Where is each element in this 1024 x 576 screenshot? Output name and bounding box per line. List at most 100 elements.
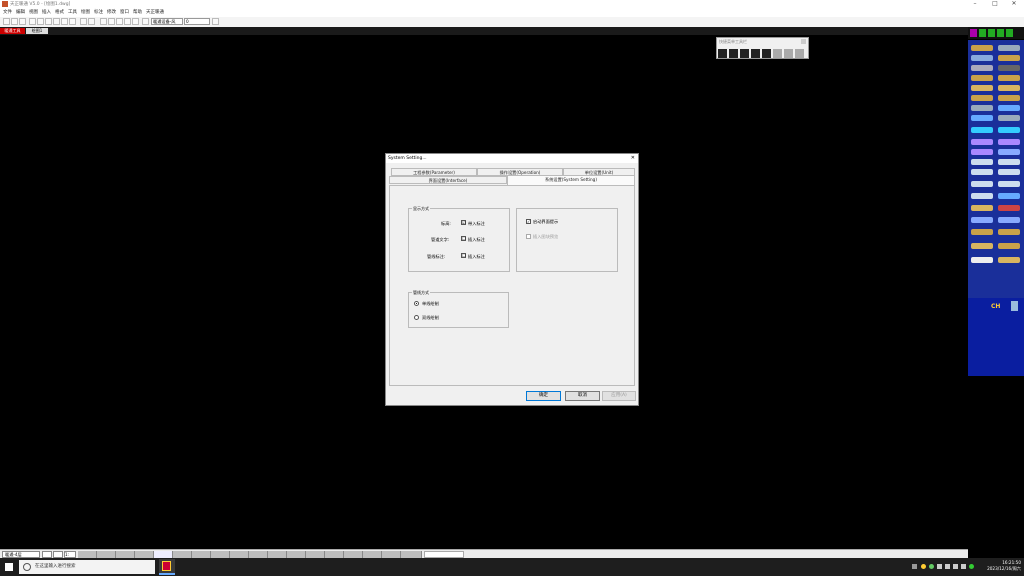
reducer-tool-icon[interactable] [971,75,993,81]
panel-doc-icon[interactable] [1011,301,1018,311]
elevation-tool-icon[interactable] [971,217,993,223]
palette-tool-8-icon[interactable] [795,49,804,58]
zoom-extents-icon[interactable] [53,18,60,25]
status-ws[interactable] [306,551,325,558]
tab-parameter[interactable]: 工程参数(Parameter) [391,168,477,176]
taskbar-app-icon[interactable] [159,559,175,575]
panel-mode-icon[interactable] [970,29,977,37]
diffuser-tool-icon[interactable] [998,85,1020,91]
tab-interface[interactable]: 界面设置(Interface) [389,176,507,184]
layer-state-icon[interactable] [142,18,149,25]
status-iso[interactable] [344,551,363,558]
palette-tool-1-icon[interactable] [718,49,727,58]
checkbox-startup-hint[interactable]: ✓ [526,219,531,224]
tab-system-setting[interactable]: 系统设置(System Setting) [507,175,635,185]
status-lock[interactable] [325,551,344,558]
tee-tool-icon[interactable] [998,65,1020,71]
menu-dimension[interactable]: 标注 [94,9,103,17]
palette-tool-2-icon[interactable] [729,49,738,58]
fan-tool-icon[interactable] [971,55,993,61]
menu-modify[interactable]: 修改 [107,9,116,17]
vrv-tool-icon[interactable] [998,193,1020,199]
tab-hvac-tools[interactable]: 暖通工具 [0,28,25,34]
checkbox-pipeline-dim[interactable]: ☐ [461,253,466,258]
flex-tool-icon[interactable] [971,105,993,111]
annotation-tool-icon[interactable] [971,205,993,211]
layer-isolate-icon[interactable] [124,18,131,25]
tray-app-2-icon[interactable] [929,564,934,569]
dialog-close-button[interactable]: ✕ [631,155,635,161]
status-polar[interactable] [135,551,154,558]
status-anno[interactable] [287,551,306,558]
tray-app-3-icon[interactable] [937,564,942,569]
start-icon[interactable] [5,563,13,571]
damper-tool-icon[interactable] [998,75,1020,81]
section-tool-icon[interactable] [998,205,1020,211]
new-file-icon[interactable] [3,18,10,25]
layer-match-icon[interactable] [116,18,123,25]
split-ac-icon[interactable] [971,193,993,199]
layer-combo[interactable]: 暖通设备-风 [151,18,183,25]
filter-tool-icon[interactable] [998,95,1020,101]
zoom-window-icon[interactable] [45,18,52,25]
pipe-tool-icon[interactable] [998,45,1020,51]
sensor-tool-icon[interactable] [998,149,1020,155]
panel-tab-4-icon[interactable] [1006,29,1013,37]
close-button[interactable]: ✕ [1005,0,1023,9]
grille-tool-icon[interactable] [971,85,993,91]
layer-freeze-icon[interactable] [132,18,139,25]
status-ortho[interactable] [116,551,135,558]
menu-view[interactable]: 视图 [29,9,38,17]
zoom-out-icon[interactable] [37,18,44,25]
zoom-in-icon[interactable] [29,18,36,25]
properties-icon[interactable] [212,18,219,25]
palette-tool-4-icon[interactable] [751,49,760,58]
thermostat-icon[interactable] [971,159,993,165]
heat-exchanger-icon[interactable] [998,127,1020,133]
boiler-tool-icon[interactable] [998,115,1020,121]
color-combo[interactable]: 0 [184,18,210,25]
status-model[interactable] [230,551,249,558]
tray-security-icon[interactable] [969,564,974,569]
status-osnap[interactable] [154,551,173,558]
tray-volume-icon[interactable] [961,564,966,569]
save-icon[interactable] [19,18,26,25]
status-sc[interactable] [268,551,287,558]
tab-drawing1[interactable]: 绘图1 [26,28,48,34]
redo-icon[interactable] [88,18,95,25]
status-lwt[interactable] [211,551,230,558]
status-zoom[interactable]: 1: [64,551,76,558]
taskbar-search[interactable]: 在这里输入进行搜索 [19,560,155,574]
status-dyn[interactable] [192,551,211,558]
status-qp[interactable] [249,551,268,558]
menu-tools[interactable]: 工具 [68,9,77,17]
layer-icon[interactable] [100,18,107,25]
status-toggle-2[interactable] [53,551,63,558]
tray-network-icon[interactable] [945,564,950,569]
status-toggle-1[interactable] [42,551,52,558]
meter-tool-icon[interactable] [998,159,1020,165]
radio-double-line[interactable] [414,315,419,320]
menu-help[interactable]: 帮助 [133,9,142,17]
layer-prev-icon[interactable] [108,18,115,25]
coil-tool-icon[interactable] [971,95,993,101]
palette-tool-6-icon[interactable] [773,49,782,58]
pan-icon[interactable] [61,18,68,25]
menu-file[interactable]: 文件 [3,9,12,17]
tray-ime-icon[interactable] [953,564,958,569]
panel-tab-1-icon[interactable] [979,29,986,37]
tray-app-1-icon[interactable] [921,564,926,569]
ok-button[interactable]: 确定 [526,391,561,401]
open-file-icon[interactable] [11,18,18,25]
menu-format[interactable]: 格式 [55,9,64,17]
status-custom[interactable] [401,551,422,558]
vav-tool-icon[interactable] [998,181,1020,187]
text-tool-icon[interactable] [998,217,1020,223]
status-hw[interactable] [363,551,382,558]
stairs-tool-icon[interactable] [998,243,1020,249]
lock-tool-icon[interactable] [971,229,993,235]
menu-draw[interactable]: 绘图 [81,9,90,17]
measure-tool-icon[interactable] [998,229,1020,235]
floor-heat-icon[interactable] [998,139,1020,145]
symbol-tool-icon[interactable] [998,257,1020,263]
